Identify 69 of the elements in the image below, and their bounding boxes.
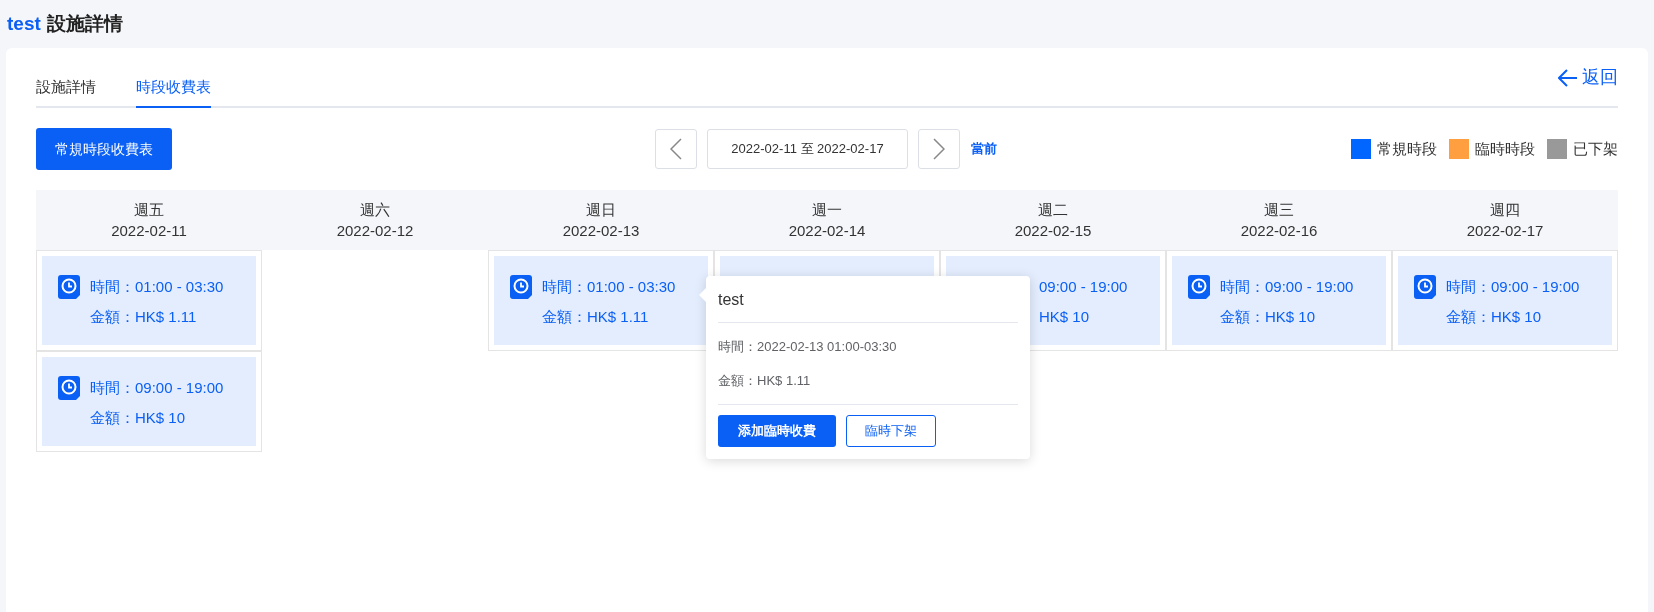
facility-name: test [7,11,41,36]
time-label: 時間： [1220,277,1265,295]
weekday: 週五 [134,200,164,220]
time-slot-card[interactable]: 時間：01:00 - 03:30 金額：HK$ 1.11 [494,256,708,345]
day-date: 2022-02-13 [562,221,640,241]
next-week-button[interactable] [918,129,960,169]
popover-title: test [718,288,1018,323]
temporary-remove-button[interactable]: 臨時下架 [846,415,936,447]
clock-icon [510,275,532,299]
day-date: 2022-02-15 [1014,221,1092,241]
amount-value: HK$ 10 [135,407,186,428]
amount-value: HK$ 10 [1265,306,1316,327]
amount-value: HK$ 1.11 [587,306,649,327]
clock-icon [58,275,80,299]
weekday: 週六 [360,200,390,220]
time-label: 時間： [90,378,135,396]
previous-week-button[interactable] [655,129,697,169]
amount-label: 金額： [1446,307,1491,325]
tab[interactable]: 時段收費表 [136,75,211,108]
amount-value: HK$ 10 [1491,306,1542,327]
legend-label: 已下架 [1573,138,1618,159]
day-date: 2022-02-14 [788,221,866,241]
chevron-right-icon [933,138,945,160]
time-slot-card[interactable]: 時間：09:00 - 19:00 金額：HK$ 10 [1398,256,1612,345]
weekday: 週日 [586,200,616,220]
weekday: 週二 [1038,200,1068,220]
add-temporary-fee-button[interactable]: 添加臨時收費 [718,415,836,447]
time-range: 09:00 - 19:00 [1265,276,1354,297]
time-range: 01:00 - 03:30 [135,276,224,297]
time-slot-card[interactable]: 時間：09:00 - 19:00 金額：HK$ 10 [1172,256,1386,345]
current-week-link[interactable]: 當前 [971,139,997,159]
back-link[interactable]: 返回 [1558,64,1618,91]
weekday: 週一 [812,200,842,220]
time-value: 2022-02-13 01:00-03:30 [757,338,897,356]
weekday: 週四 [1490,200,1520,220]
clock-icon [58,376,80,400]
date-range-field[interactable]: 2022-02-11 至 2022-02-17 [707,129,908,169]
day-date: 2022-02-11 [111,221,187,241]
day-date: 2022-02-17 [1466,221,1544,241]
regular-fee-button[interactable]: 常規時段收費表 [36,128,172,170]
time-range: 09:00 - 19:00 [1039,276,1128,297]
clock-icon [1414,275,1436,299]
chevron-left-icon [670,138,682,160]
time-label: 時間： [718,338,757,356]
time-range: 09:00 - 19:00 [1491,276,1580,297]
tab[interactable]: 設施詳情 [36,75,96,108]
page-title: 設施詳情 [46,11,123,36]
legend-label: 常規時段 [1377,138,1437,159]
amount-label: 金額： [718,371,757,390]
weekday: 週三 [1264,200,1294,220]
time-range: 09:00 - 19:00 [135,377,224,398]
day-date: 2022-02-16 [1240,221,1318,241]
amount-value: HK$ 1.11 [757,371,811,390]
time-label: 時間： [90,277,135,295]
time-label: 時間： [1446,277,1491,295]
amount-label: 金額： [542,307,587,325]
time-slot-card[interactable]: 時間：01:00 - 03:30 金額：HK$ 1.11 [42,256,256,345]
legend-label: 臨時時段 [1475,138,1535,159]
amount-label: 金額： [1220,307,1265,325]
amount-value: HK$ 1.11 [135,306,197,327]
time-range: 01:00 - 03:30 [587,276,676,297]
amount-label: 金額： [90,307,135,325]
time-slot-card[interactable]: 時間：09:00 - 19:00 金額：HK$ 10 [42,357,256,446]
amount-label: 金額： [90,408,135,426]
day-date: 2022-02-12 [336,221,414,241]
clock-icon [1188,275,1210,299]
amount-value: HK$ 10 [1039,306,1090,327]
time-label: 時間： [542,277,587,295]
back-arrow-icon [1558,68,1578,87]
